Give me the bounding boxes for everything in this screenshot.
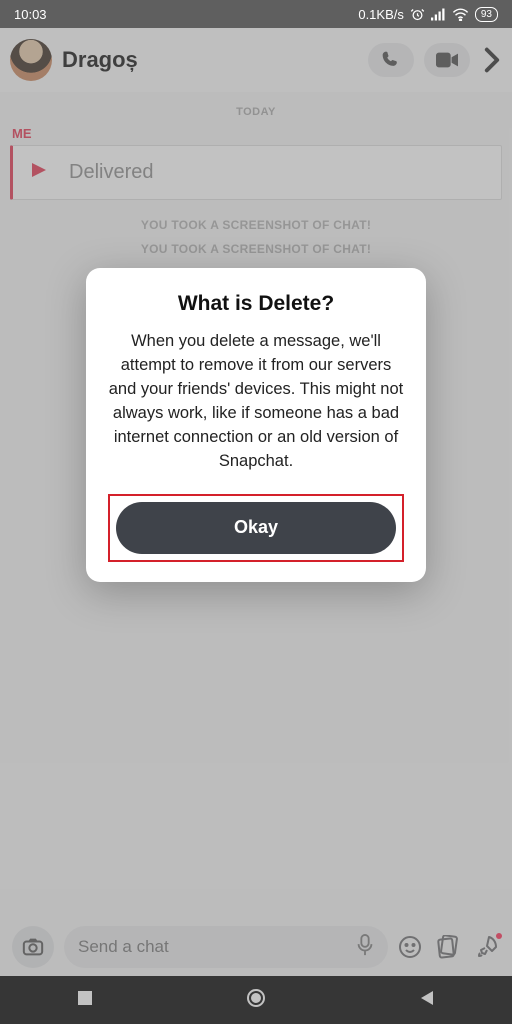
status-time: 10:03 — [14, 7, 47, 22]
dialog-title: What is Delete? — [108, 292, 404, 316]
alarm-icon — [410, 7, 425, 22]
dialog-scrim[interactable]: What is Delete? When you delete a messag… — [0, 28, 512, 1024]
delete-info-dialog: What is Delete? When you delete a messag… — [86, 268, 426, 582]
dialog-body: When you delete a message, we'll attempt… — [108, 330, 404, 474]
okay-highlight-box: Okay — [108, 494, 404, 562]
wifi-icon — [452, 8, 469, 21]
status-bar: 10:03 0.1KB/s 93 — [0, 0, 512, 28]
okay-button[interactable]: Okay — [116, 502, 396, 554]
status-net-rate: 0.1KB/s — [358, 7, 404, 22]
battery-indicator: 93 — [475, 7, 498, 22]
signal-icon — [431, 8, 446, 21]
